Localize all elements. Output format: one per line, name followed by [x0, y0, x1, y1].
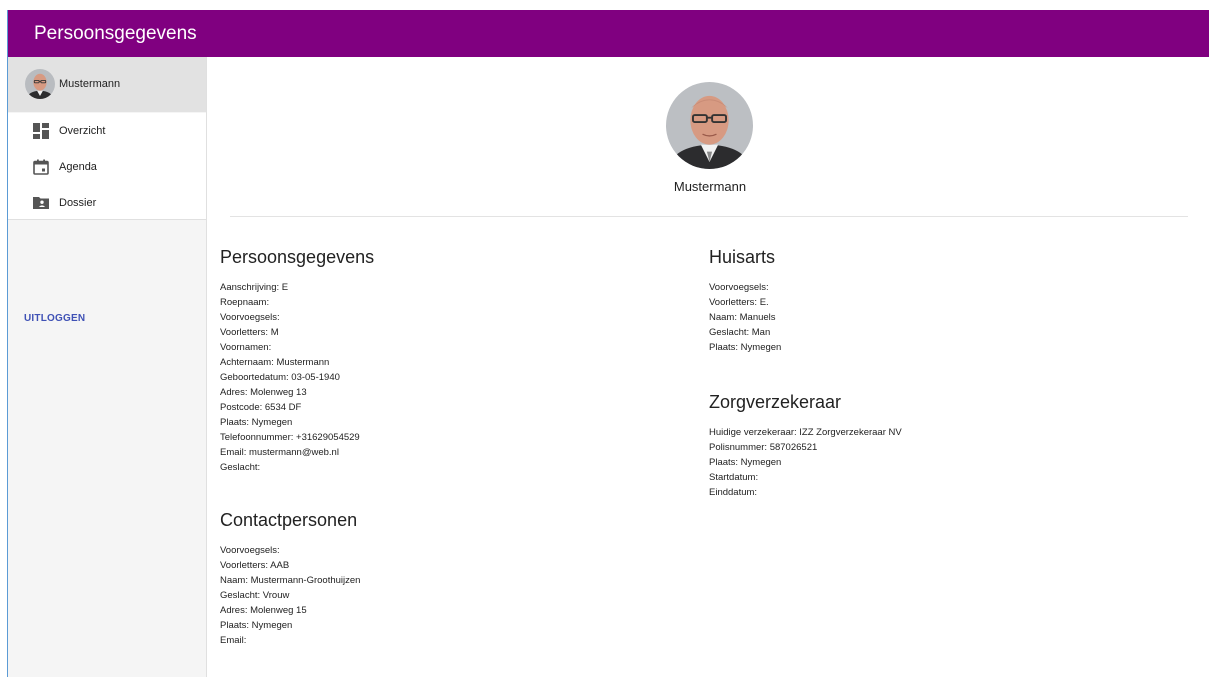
field-plaats: Plaats: Nymegen	[709, 342, 782, 353]
field-email: Email:	[220, 635, 247, 646]
section-huisarts: Huisarts Voorvoegsels: Voorletters: E. N…	[709, 247, 781, 355]
sidebar-user-name: Mustermann	[59, 78, 121, 90]
field-postcode: Postcode: 6534 DF	[220, 402, 302, 413]
field-roepnaam: Roepnaam:	[220, 297, 270, 308]
field-voornamen: Voornamen:	[220, 342, 272, 353]
field-naam: Naam: Manuels	[709, 312, 776, 323]
field-adres: Adres: Molenweg 13	[220, 387, 307, 398]
section-persoonsgegevens: Persoonsgegevens Aanschrijving: E Roepna…	[220, 247, 374, 475]
field-aanschrijving: Aanschrijving: E	[220, 282, 289, 293]
logout-button[interactable]: UITLOGGEN	[24, 313, 85, 324]
field-polisnummer: Polisnummer: 587026521	[709, 442, 818, 453]
field-telefoonnummer: Telefoonnummer: +31629054529	[220, 432, 360, 443]
field-plaats: Plaats: Nymegen	[220, 417, 293, 428]
sidebar-item-label: Dossier	[59, 197, 97, 209]
field-voorletters: Voorletters: E.	[709, 297, 769, 308]
sidebar-item-agenda[interactable]: Agenda	[8, 149, 206, 185]
field-voorletters: Voorletters: AAB	[220, 560, 290, 571]
profile-name: Mustermann	[673, 179, 747, 194]
avatar	[25, 69, 55, 99]
app-title: Persoonsgegevens	[34, 23, 197, 44]
sidebar-item-label: Overzicht	[59, 125, 106, 137]
dashboard-icon	[33, 123, 49, 139]
app-header: Persoonsgegevens	[8, 10, 1209, 57]
sidebar-item-label: Agenda	[59, 161, 97, 173]
section-contactpersonen: Contactpersonen Voorvoegsels: Voorletter…	[220, 510, 360, 648]
field-voorvoegsels: Voorvoegsels:	[220, 545, 280, 556]
field-einddatum: Einddatum:	[709, 487, 758, 498]
field-achternaam: Achternaam: Mustermann	[220, 357, 330, 368]
section-title: Huisarts	[709, 247, 776, 267]
sidebar-user[interactable]: Mustermann	[8, 57, 206, 112]
section-title: Contactpersonen	[220, 510, 358, 530]
calendar-icon	[33, 159, 49, 175]
field-voorvoegsels: Voorvoegsels:	[709, 282, 769, 293]
field-startdatum: Startdatum:	[709, 472, 759, 483]
section-zorgverzekeraar: Zorgverzekeraar Huidige verzekeraar: IZZ…	[709, 392, 902, 500]
folder-account-icon	[33, 195, 49, 211]
field-geslacht: Geslacht:	[220, 462, 261, 473]
field-email: Email: mustermann@web.nl	[220, 447, 339, 458]
field-adres: Adres: Molenweg 15	[220, 605, 307, 616]
field-voorvoegsels: Voorvoegsels:	[220, 312, 280, 323]
field-geslacht: Geslacht: Man	[709, 327, 771, 338]
section-title: Persoonsgegevens	[220, 247, 375, 267]
field-geboortedatum: Geboortedatum: 03-05-1940	[220, 372, 340, 383]
sidebar-item-dossier[interactable]: Dossier	[8, 185, 206, 220]
field-plaats: Plaats: Nymegen	[709, 457, 782, 468]
divider	[230, 216, 1188, 217]
field-geslacht: Geslacht: Vrouw	[220, 590, 290, 601]
field-huidige-verzekeraar: Huidige verzekeraar: IZZ Zorgverzekeraar…	[709, 427, 902, 438]
profile-avatar	[666, 82, 753, 169]
field-plaats: Plaats: Nymegen	[220, 620, 293, 631]
sidebar: Mustermann Overzicht Agenda Dossier UITL…	[8, 57, 207, 677]
field-voorletters: Voorletters: M	[220, 327, 279, 338]
sidebar-item-overzicht[interactable]: Overzicht	[8, 113, 206, 150]
field-naam: Naam: Mustermann-Groothuijzen	[220, 575, 361, 586]
section-title: Zorgverzekeraar	[709, 392, 842, 412]
